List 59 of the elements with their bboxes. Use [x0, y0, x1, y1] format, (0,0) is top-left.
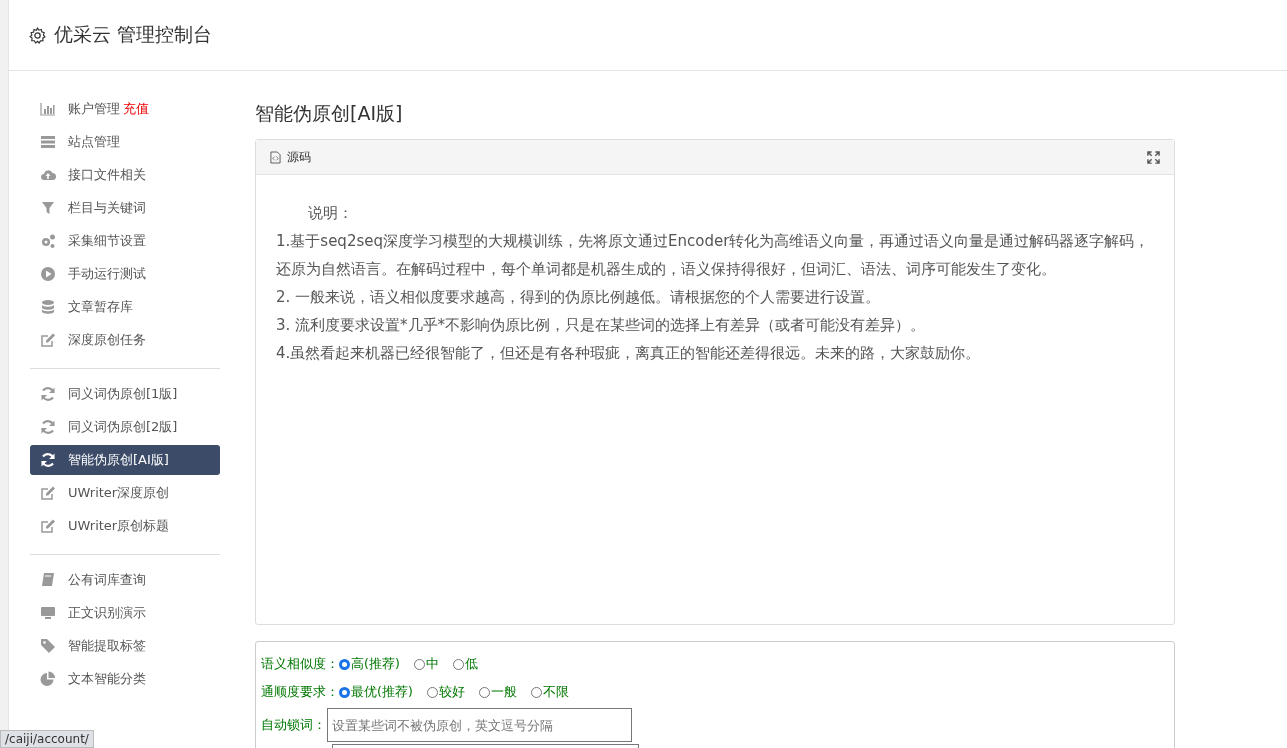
sidebar-item[interactable]: UWriter深度原创: [30, 478, 220, 508]
description-text: 1.基于seq2seq深度学习模型的大规模训练，先将原文通过Encoder转化为高维语义向量，再通过语义向量是通过解码器逐字解码，还原为自然语言。在解码过程中，每个单词都是机器生成的，语义保持得很好，但词汇、语法、词序可能发生了变化。: [276, 231, 1150, 280]
option-label: 语义相似度：: [261, 655, 339, 673]
sidebar-item[interactable]: 深度原创任务: [30, 325, 220, 355]
fullscreen-icon[interactable]: [1147, 150, 1160, 164]
option-label: 通顺度要求：: [261, 683, 339, 701]
edit-icon: [40, 518, 56, 534]
filter-icon: [40, 200, 56, 216]
gears-icon: [40, 233, 56, 249]
refresh-icon: [40, 386, 56, 402]
database-icon: [40, 299, 56, 315]
sidebar-item[interactable]: 文章暂存库: [30, 292, 220, 322]
pie-icon: [40, 671, 56, 687]
sidebar-item[interactable]: 栏目与关键词: [30, 193, 220, 223]
server-icon: [40, 134, 56, 150]
source-button[interactable]: 源码: [287, 148, 311, 166]
sidebar-item[interactable]: 正文识别演示: [30, 598, 220, 628]
sidebar-item[interactable]: UWriter原创标题: [30, 511, 220, 541]
tag-icon: [40, 638, 56, 654]
sidebar-item[interactable]: 账户管理 充值: [30, 94, 220, 124]
radio-option[interactable]: 较好: [426, 683, 465, 701]
sidebar-item[interactable]: 站点管理: [30, 127, 220, 157]
description-text: 4.虽然看起来机器已经很智能了，但还是有各种瑕疵，离真正的智能还差得很远。未来的路，大家鼓励你。: [276, 343, 982, 364]
edit-icon: [40, 332, 56, 348]
sidebar-item[interactable]: 接口文件相关: [30, 160, 220, 190]
option-label: 自动锁词：: [261, 716, 326, 734]
sidebar-item[interactable]: 智能提取标签: [30, 631, 220, 661]
sidebar-item[interactable]: 公有词库查询: [30, 565, 220, 595]
radio-option[interactable]: 不限: [530, 683, 569, 701]
lock-words-field[interactable]: 设置某些词不被伪原创，英文逗号分隔: [327, 708, 632, 742]
book-icon: [40, 572, 56, 588]
radio-option[interactable]: 一般: [478, 683, 517, 701]
page-title: 智能伪原创[AI版]: [255, 101, 404, 126]
description-text: 3. 流利度要求设置*几乎*不影响伪原比例，只是在某些词的选择上有差异（或者可能没有差异）。: [276, 315, 927, 336]
sidebar-item[interactable]: 文本智能分类: [30, 664, 220, 694]
code-file-icon: [270, 150, 281, 164]
sidebar-item[interactable]: 同义词伪原创[2版]: [30, 412, 220, 442]
console-title: 优采云 管理控制台: [54, 22, 213, 47]
chart-icon: [40, 101, 56, 117]
description-text: 2. 一般来说，语义相似度要求越高，得到的伪原比例越低。请根据您的个人需要进行设置。: [276, 287, 882, 308]
description-text: 说明：: [307, 203, 354, 224]
radio-option[interactable]: 中: [413, 655, 439, 673]
radio-option[interactable]: 高(推荐): [339, 655, 400, 673]
recharge-link[interactable]: 充值: [123, 100, 149, 118]
refresh-icon: [40, 452, 56, 468]
refresh-icon: [40, 419, 56, 435]
radio-option[interactable]: 低: [452, 655, 478, 673]
play-icon: [40, 266, 56, 282]
settings-icon: [29, 26, 46, 44]
cloud-icon: [40, 167, 56, 183]
monitor-icon: [40, 605, 56, 621]
item-label: 账户管理: [68, 100, 120, 118]
sidebar-item[interactable]: 手动运行测试: [30, 259, 220, 289]
radio-option[interactable]: 最优(推荐): [339, 683, 413, 701]
edit-icon: [40, 485, 56, 501]
sidebar-item[interactable]: 采集细节设置: [30, 226, 220, 256]
status-url: /caiji/account/: [0, 730, 94, 748]
sidebar-item[interactable]: 同义词伪原创[1版]: [30, 379, 220, 409]
sidebar-item[interactable]: 智能伪原创[AI版]: [30, 445, 220, 475]
